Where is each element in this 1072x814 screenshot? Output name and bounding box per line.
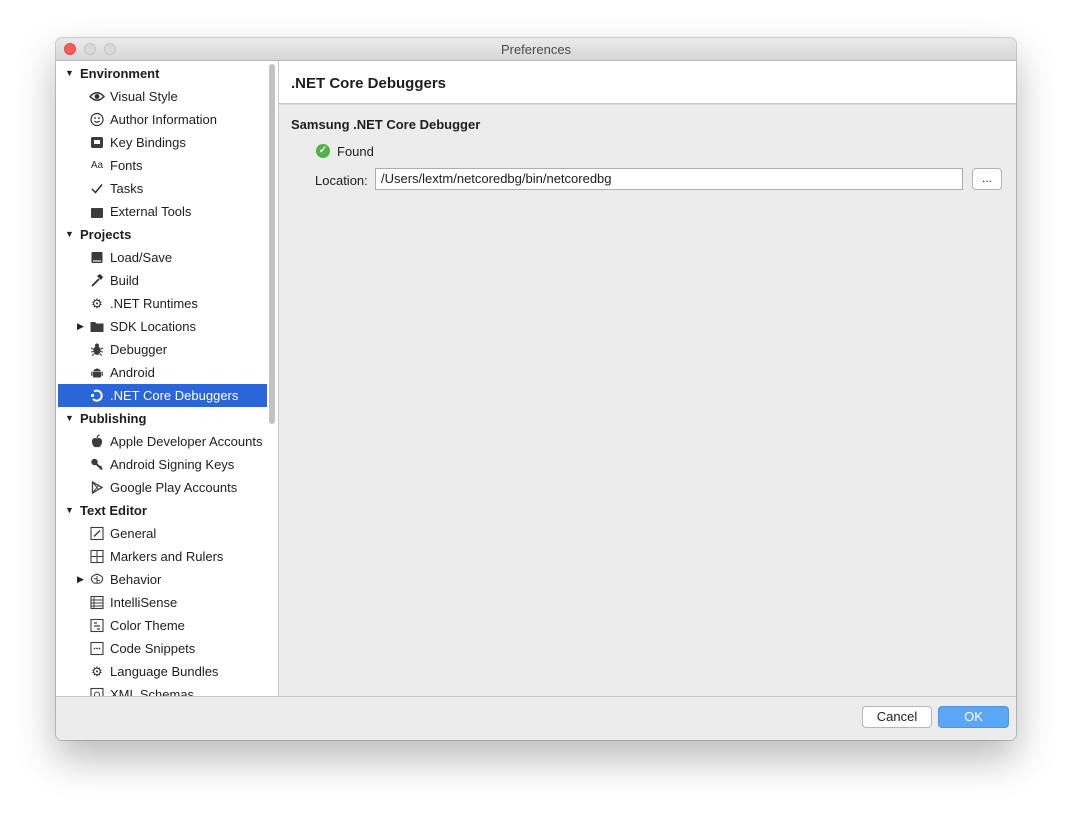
location-field[interactable]: /Users/lextm/netcoredbg/bin/netcoredbg	[375, 168, 963, 190]
play-icon	[89, 480, 105, 495]
sidebar-group-environment[interactable]: ▼ Environment	[58, 62, 267, 85]
palette-icon	[89, 618, 105, 633]
samsung-debugger-icon	[89, 388, 105, 403]
list-icon	[89, 595, 105, 610]
smiley-icon	[89, 112, 105, 127]
sidebar-item-build[interactable]: Build	[58, 269, 267, 292]
disk-icon	[89, 250, 105, 265]
cancel-button[interactable]: Cancel	[862, 706, 932, 728]
brain-icon	[89, 572, 105, 587]
terminal-icon	[89, 204, 105, 219]
title-bar: Preferences	[56, 38, 1016, 61]
disclosure-collapsed-icon[interactable]: ▶	[77, 568, 84, 591]
hammer-icon	[89, 273, 105, 288]
content-header: .NET Core Debuggers	[279, 61, 1016, 104]
sidebar-item-sdk-locations[interactable]: ▶ SDK Locations	[58, 315, 267, 338]
disclosure-collapsed-icon[interactable]: ▶	[77, 315, 84, 338]
sidebar-group-text-editor[interactable]: ▼ Text Editor	[58, 499, 267, 522]
preferences-window: Preferences ▼ Environment Visual Style A…	[56, 38, 1016, 740]
window-title: Preferences	[500, 42, 572, 57]
sidebar-item-net-runtimes[interactable]: ⚙ .NET Runtimes	[58, 292, 267, 315]
sidebar-item-author-information[interactable]: Author Information	[58, 108, 267, 131]
sidebar-item-language-bundles[interactable]: ⚙ Language Bundles	[58, 660, 267, 683]
grid-icon	[89, 549, 105, 564]
page-title: .NET Core Debuggers	[291, 75, 447, 92]
sidebar-item-android-signing-keys[interactable]: Android Signing Keys	[58, 453, 267, 476]
section-title: Samsung .NET Core Debugger	[291, 117, 481, 132]
bug-icon	[89, 342, 105, 357]
sidebar-item-intellisense[interactable]: IntelliSense	[58, 591, 267, 614]
disclosure-expanded-icon[interactable]: ▼	[65, 407, 74, 430]
sidebar-item-key-bindings[interactable]: Key Bindings	[58, 131, 267, 154]
dialog-footer: Cancel OK	[56, 696, 1016, 740]
sidebar-item-net-core-debuggers[interactable]: .NET Core Debuggers	[58, 384, 267, 407]
content-panel: .NET Core Debuggers Samsung .NET Core De…	[279, 61, 1016, 696]
location-label: Location:	[315, 173, 368, 188]
sidebar-item-behavior[interactable]: ▶ Behavior	[58, 568, 267, 591]
sidebar-item-fonts[interactable]: Aa Fonts	[58, 154, 267, 177]
sidebar-item-code-snippets[interactable]: Code Snippets	[58, 637, 267, 660]
sidebar-item-color-theme[interactable]: Color Theme	[58, 614, 267, 637]
sidebar-scrollbar[interactable]	[269, 64, 275, 424]
sidebar-item-visual-style[interactable]: Visual Style	[58, 85, 267, 108]
sidebar-group-publishing[interactable]: ▼ Publishing	[58, 407, 267, 430]
edit-icon	[89, 526, 105, 541]
sidebar-item-google-play-accounts[interactable]: Google Play Accounts	[58, 476, 267, 499]
sidebar-item-load-save[interactable]: Load/Save	[58, 246, 267, 269]
disclosure-expanded-icon[interactable]: ▼	[65, 499, 74, 522]
disclosure-expanded-icon[interactable]: ▼	[65, 62, 74, 85]
folder-icon	[89, 319, 105, 334]
checkmark-icon	[89, 181, 105, 196]
sidebar-item-tasks[interactable]: Tasks	[58, 177, 267, 200]
sidebar-item-apple-developer-accounts[interactable]: Apple Developer Accounts	[58, 430, 267, 453]
gear-icon: ⚙	[91, 296, 103, 311]
sidebar-item-external-tools[interactable]: External Tools	[58, 200, 267, 223]
snippet-icon	[89, 641, 105, 656]
status-text: Found	[337, 144, 374, 159]
fonts-icon: Aa	[90, 160, 104, 171]
ok-button[interactable]: OK	[938, 706, 1009, 728]
android-icon	[89, 365, 105, 380]
gear-icon: ⚙	[91, 664, 103, 679]
check-circle-icon: ✓	[316, 144, 330, 158]
key-icon	[89, 457, 105, 472]
sidebar-item-general[interactable]: General	[58, 522, 267, 545]
sidebar-item-markers-and-rulers[interactable]: Markers and Rulers	[58, 545, 267, 568]
sidebar-item-debugger[interactable]: Debugger	[58, 338, 267, 361]
sidebar-group-projects[interactable]: ▼ Projects	[58, 223, 267, 246]
preferences-sidebar: ▼ Environment Visual Style Author Inform…	[56, 61, 279, 696]
apple-icon	[89, 434, 105, 449]
eye-icon	[89, 89, 105, 104]
sidebar-item-android[interactable]: Android	[58, 361, 267, 384]
schema-icon	[89, 687, 105, 696]
sidebar-item-xml-schemas[interactable]: XML Schemas	[58, 683, 267, 696]
keyboard-icon	[89, 135, 105, 150]
disclosure-expanded-icon[interactable]: ▼	[65, 223, 74, 246]
browse-button[interactable]: ...	[972, 168, 1002, 190]
